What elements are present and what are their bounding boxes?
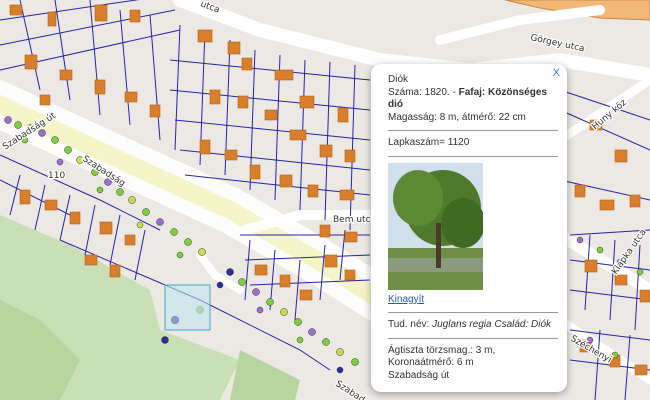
scientific-prefix: Tud. név: [388, 319, 433, 330]
enlarge-link[interactable]: Kinagyít [388, 294, 424, 305]
close-button[interactable]: X [553, 67, 560, 79]
popup-title: Diók [388, 74, 409, 85]
street-label-bem: Bem utca [333, 215, 376, 225]
house-number-label: 110 [48, 171, 65, 181]
dimensions: Magasság: 8 m, átmérő: 22 cm [388, 111, 526, 123]
scientific-value: Juglans regia Család: Diók [432, 319, 552, 330]
tree-number-prefix: Száma: 1820. - [388, 86, 459, 98]
parcel-number: Lapkaszám= 1120 [388, 137, 470, 148]
tree-info-popup: X Diók Száma: 1820. - Fafaj: Közönséges … [371, 64, 567, 392]
divider [388, 155, 558, 157]
divider [388, 312, 558, 313]
divider [388, 337, 558, 339]
crown-diameter: Koronaátmérő: 6 m [388, 357, 474, 368]
divider [388, 130, 558, 131]
tree-photo[interactable] [388, 162, 483, 290]
tree-number: Száma: 1820. - Fafaj: Közönséges dió [388, 87, 558, 112]
scientific-name: Tud. név: Juglans regia Család: Diók [388, 319, 558, 332]
selected-parcel [164, 284, 211, 331]
trunk-height: Ágtiszta törzsmag.: 3 m, [388, 344, 496, 356]
location: Szabadság út [388, 369, 450, 381]
tree-photo-image [388, 162, 483, 290]
